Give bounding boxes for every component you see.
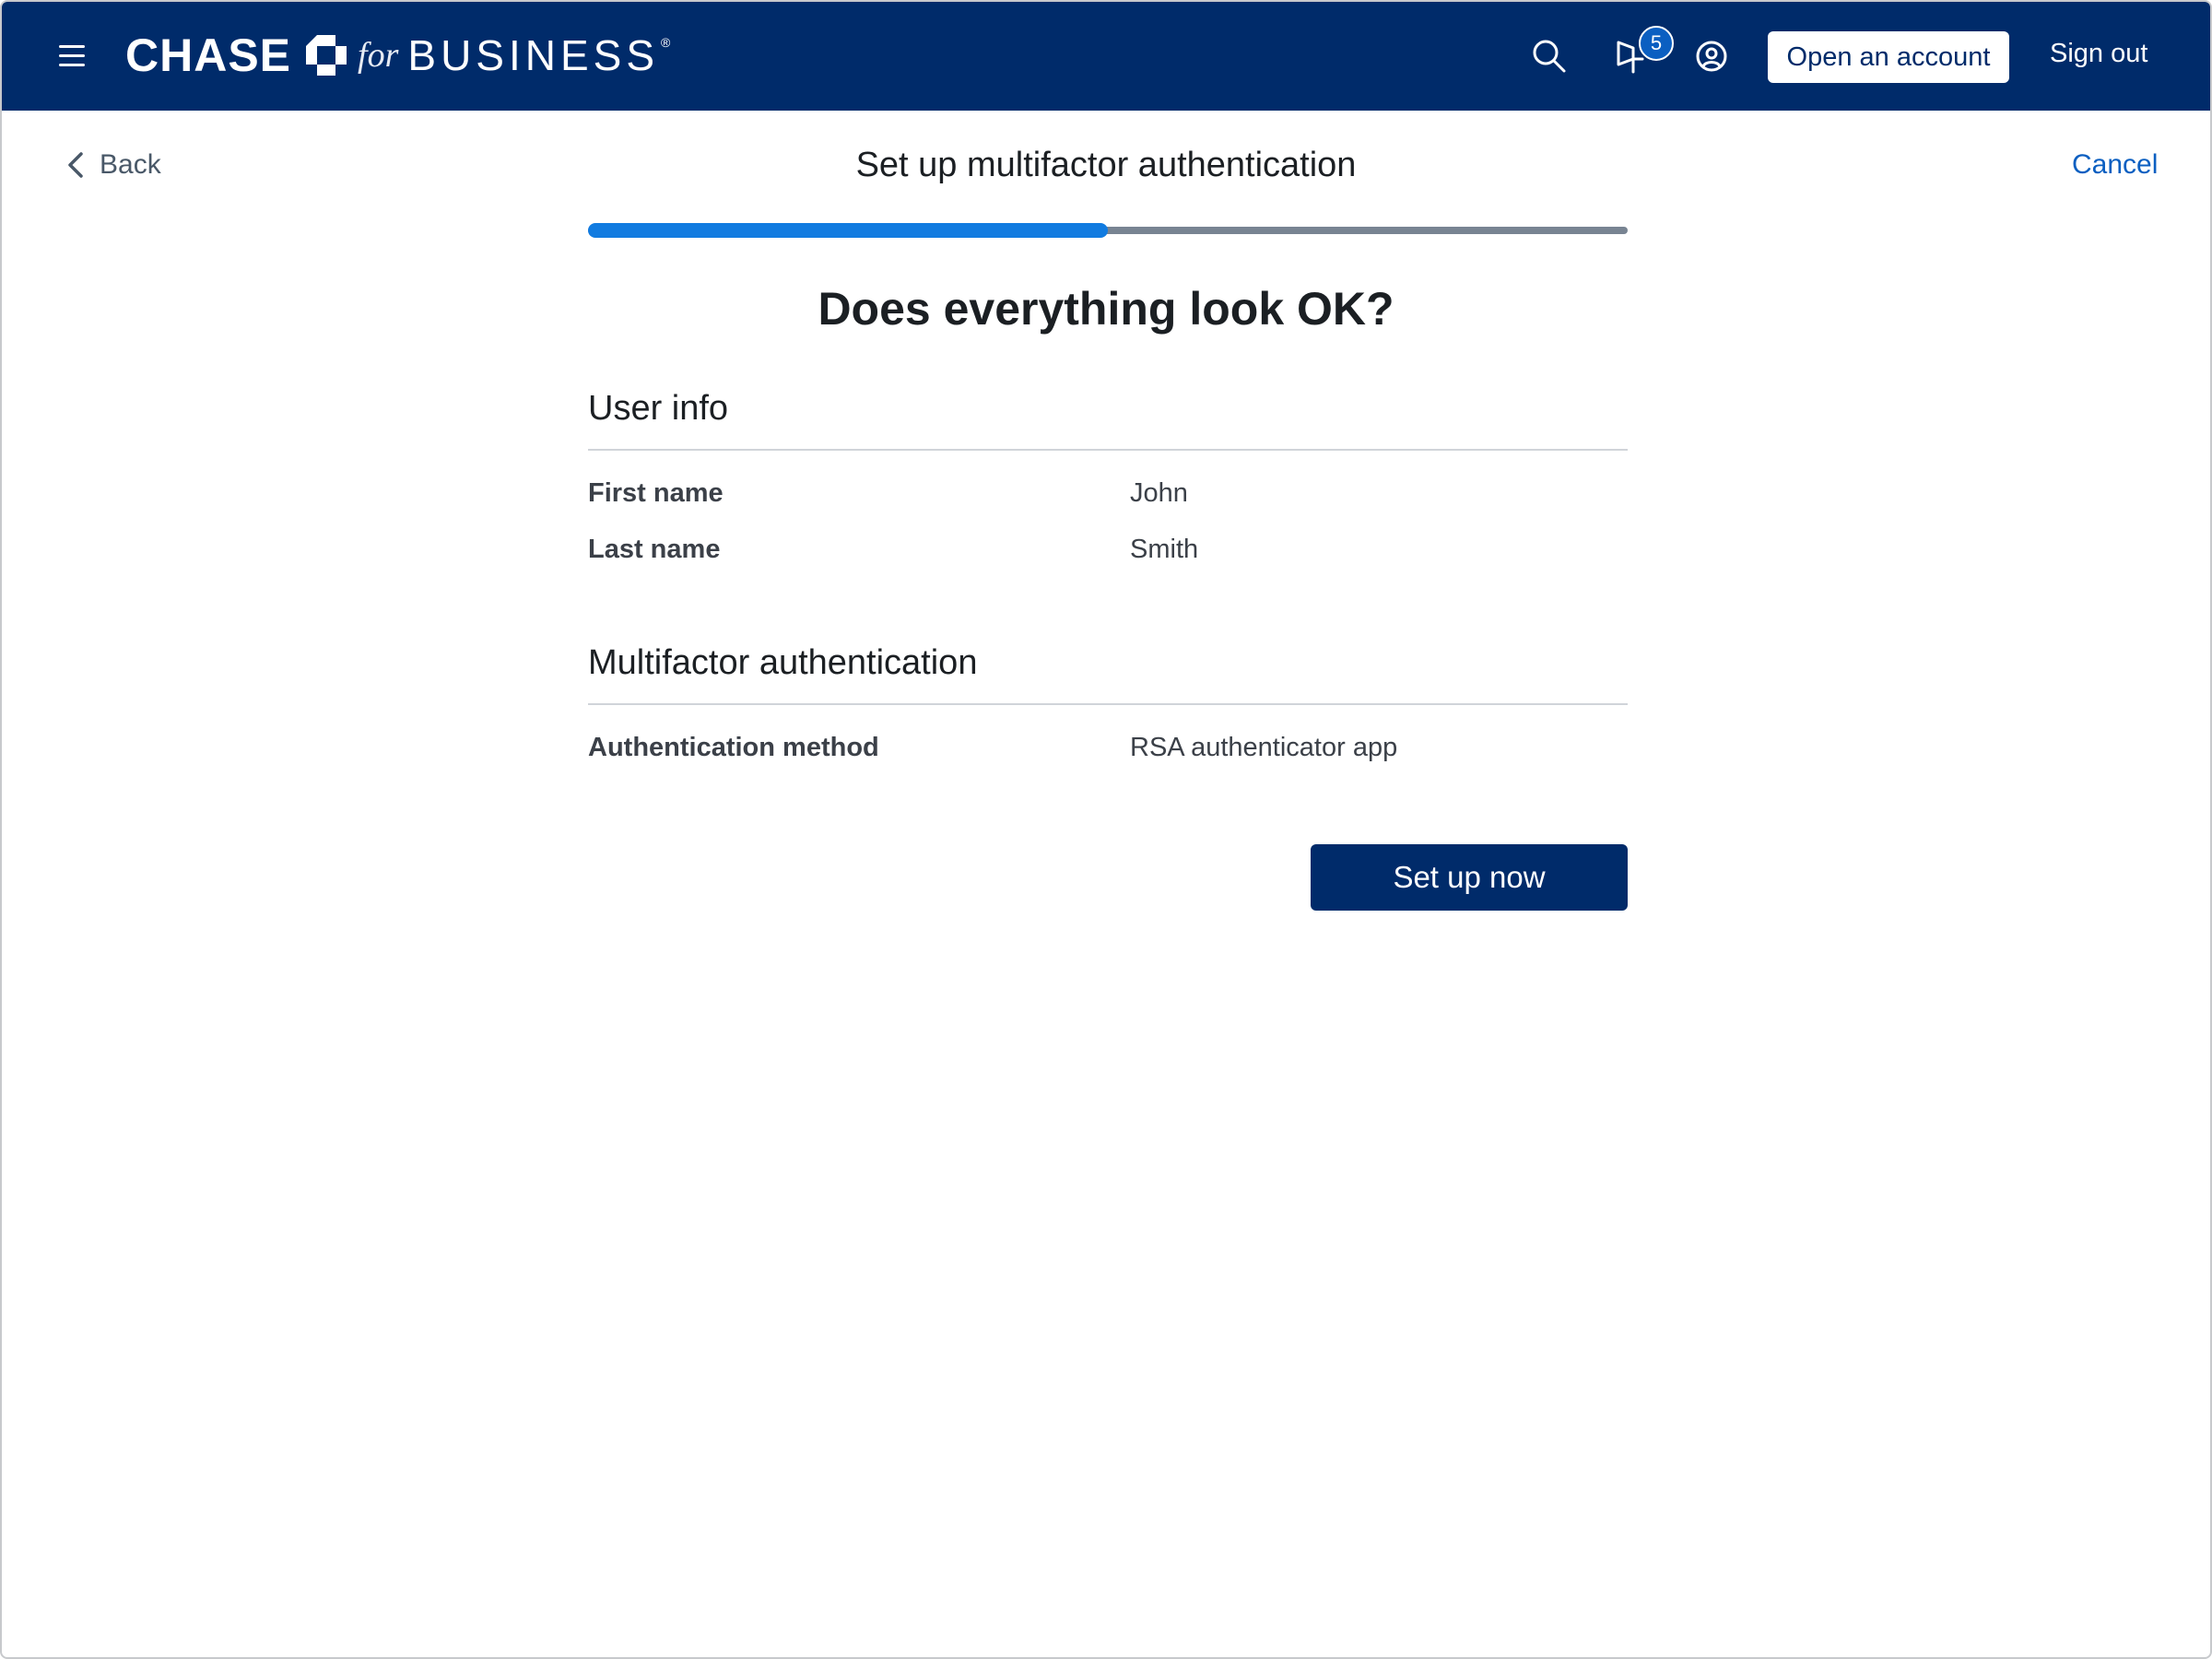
multifactor-section: Multifactor authentication Authenticatio… bbox=[588, 643, 1628, 763]
cancel-link[interactable]: Cancel bbox=[2072, 149, 2158, 181]
set-up-now-button[interactable]: Set up now bbox=[1311, 844, 1628, 911]
user-icon[interactable] bbox=[1690, 35, 1733, 77]
last-name-value: Smith bbox=[1130, 535, 1199, 564]
review-heading: Does everything look OK? bbox=[818, 283, 1394, 335]
progress-bar bbox=[588, 223, 1628, 238]
chase-business-logo[interactable]: CHASE for BUSINESS ® bbox=[125, 26, 670, 85]
chase-octagon-icon bbox=[306, 35, 347, 76]
logo-for-text: for bbox=[358, 36, 399, 75]
section-title: User info bbox=[588, 389, 1628, 451]
open-account-button[interactable]: Open an account bbox=[1768, 31, 2009, 83]
user-info-section: User info First name John Last name Smit… bbox=[588, 389, 1628, 565]
progress-fill bbox=[588, 223, 1108, 238]
logo-registered-mark: ® bbox=[661, 35, 671, 50]
sign-out-link[interactable]: Sign out bbox=[2050, 39, 2147, 69]
detail-row: Last name Smith bbox=[588, 535, 1628, 565]
section-title: Multifactor authentication bbox=[588, 643, 1628, 705]
first-name-value: John bbox=[1130, 478, 1188, 508]
search-icon[interactable] bbox=[1528, 35, 1571, 77]
logo-chase-text: CHASE bbox=[125, 29, 292, 81]
auth-method-label: Authentication method bbox=[588, 733, 879, 762]
detail-row: First name John bbox=[588, 478, 1628, 509]
notification-count-badge[interactable]: 5 bbox=[1639, 26, 1674, 61]
app-window: CHASE for BUSINESS ® 5 Open an account S… bbox=[0, 0, 2212, 1659]
page-title: Set up multifactor authentication bbox=[855, 146, 1357, 184]
first-name-label: First name bbox=[588, 478, 724, 508]
auth-method-value: RSA authenticator app bbox=[1130, 733, 1398, 762]
top-navigation-bar: CHASE for BUSINESS ® 5 Open an account S… bbox=[2, 2, 2210, 111]
logo-business-text: BUSINESS bbox=[407, 31, 660, 79]
menu-icon[interactable] bbox=[53, 37, 90, 74]
last-name-label: Last name bbox=[588, 535, 721, 564]
detail-row: Authentication method RSA authenticator … bbox=[588, 733, 1628, 763]
